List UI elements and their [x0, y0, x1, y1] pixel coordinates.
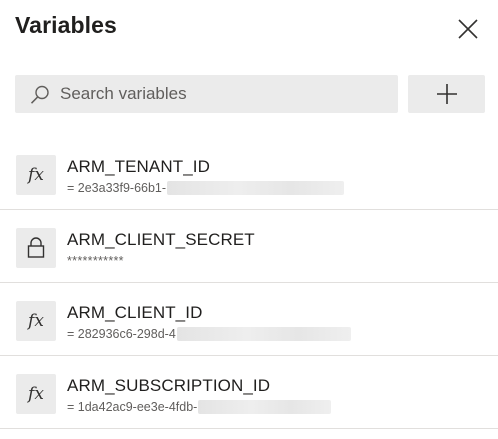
variable-value-text: = 2e3a33f9-66b1-: [67, 181, 167, 195]
add-variable-button[interactable]: [408, 75, 485, 113]
lock-glyph: [27, 237, 45, 258]
search-icon: [30, 85, 49, 104]
variable-value: = 1da42ac9-ee3e-4fdb-: [67, 400, 332, 414]
variable-value: ***********: [67, 254, 124, 268]
fx-glyph: fx: [28, 384, 44, 404]
fx-icon: fx: [16, 155, 56, 195]
panel-title: Variables: [15, 12, 117, 38]
variable-name: ARM_TENANT_ID: [67, 157, 210, 176]
fx-icon: fx: [16, 374, 56, 414]
redacted-blur: [167, 181, 345, 195]
variable-name: ARM_SUBSCRIPTION_ID: [67, 376, 271, 395]
variable-row-arm-tenant-id[interactable]: fx ARM_TENANT_ID = 2e3a33f9-66b1-: [0, 137, 498, 210]
fx-glyph: fx: [28, 311, 44, 331]
variable-value: = 2e3a33f9-66b1-: [67, 181, 345, 195]
variable-list: fx ARM_TENANT_ID = 2e3a33f9-66b1- ARM_CL…: [0, 137, 498, 429]
close-button[interactable]: [452, 13, 484, 45]
variable-value-text: ***********: [67, 254, 124, 268]
close-icon: [458, 19, 478, 39]
search-box[interactable]: [15, 75, 398, 113]
variable-value-text: = 1da42ac9-ee3e-4fdb-: [67, 400, 198, 414]
variable-row-arm-client-id[interactable]: fx ARM_CLIENT_ID = 282936c6-298d-4: [0, 283, 498, 356]
variable-value-text: = 282936c6-298d-4: [67, 327, 176, 341]
plus-icon: [436, 84, 457, 104]
lock-icon: [16, 228, 56, 268]
variable-row-arm-client-secret[interactable]: ARM_CLIENT_SECRET ***********: [0, 210, 498, 283]
variable-row-arm-subscription-id[interactable]: fx ARM_SUBSCRIPTION_ID = 1da42ac9-ee3e-4…: [0, 356, 498, 429]
fx-icon: fx: [16, 301, 56, 341]
search-input[interactable]: [60, 75, 390, 113]
redacted-blur: [176, 327, 351, 341]
variable-value: = 282936c6-298d-4: [67, 327, 351, 341]
variable-name: ARM_CLIENT_SECRET: [67, 230, 255, 249]
fx-glyph: fx: [28, 165, 44, 185]
variable-name: ARM_CLIENT_ID: [67, 303, 203, 322]
redacted-blur: [198, 400, 332, 414]
